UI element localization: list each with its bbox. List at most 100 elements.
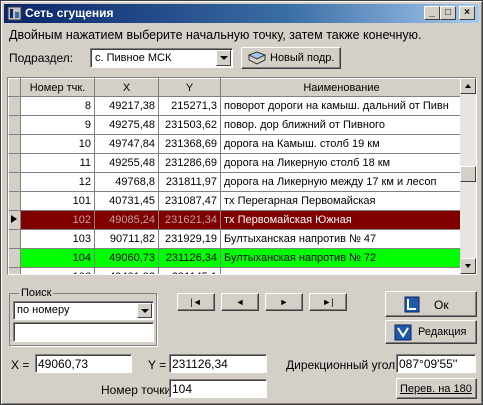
cell-number[interactable]: 10 <box>20 134 95 154</box>
cell-name[interactable]: дорога на Ликерную столб 18 км <box>220 153 463 173</box>
cell-number[interactable]: 9 <box>20 115 95 135</box>
close-button[interactable]: × <box>459 6 475 20</box>
column-header-y[interactable]: Y <box>158 78 221 97</box>
cell-number[interactable]: 104 <box>20 248 95 268</box>
row-indicator[interactable] <box>8 134 21 154</box>
convert-180-button[interactable]: Перев. на 180 <box>396 378 477 399</box>
new-subsection-button[interactable]: Новый подр. <box>241 47 341 69</box>
row-indicator[interactable] <box>8 210 21 230</box>
previous-record-button[interactable]: ◄ <box>221 293 259 311</box>
table-row[interactable]: 9 49275,48 231503,62 повор. дор ближний от … <box>8 115 463 135</box>
table-row[interactable]: 12 49768,8 231811,97 дорога на Ликерную меж… <box>8 172 463 192</box>
app-window: Сеть сгущения _ □ × Двойным нажатием выб… <box>0 0 483 405</box>
row-indicator[interactable] <box>8 115 21 135</box>
chevron-down-icon[interactable] <box>216 50 231 66</box>
cell-x[interactable]: 90711,82 <box>94 229 159 249</box>
table-header: Номер тчк. X Y Наименование <box>8 78 463 97</box>
table-row[interactable]: 11 49255,48 231286,69 дорога на Ликерную ст… <box>8 153 463 173</box>
x-value: 49060,73 <box>38 357 89 371</box>
cell-y[interactable]: 231145,1 <box>158 267 221 274</box>
table-row[interactable]: 10649401,83231145,1тх створ склада <box>8 267 463 274</box>
cell-number[interactable]: 11 <box>20 153 95 173</box>
table-row[interactable]: 103 90711,82 231929,19 Бултыханская напроти… <box>8 229 463 249</box>
scroll-up-icon[interactable] <box>460 78 476 94</box>
first-record-button[interactable]: |◄ <box>177 293 215 311</box>
row-indicator[interactable] <box>8 267 21 274</box>
cell-y[interactable]: 231929,19 <box>158 229 221 249</box>
column-header-x[interactable]: X <box>94 78 159 97</box>
scroll-thumb[interactable] <box>460 166 476 182</box>
minimize-button[interactable]: _ <box>424 6 440 20</box>
row-indicator[interactable] <box>8 172 21 192</box>
angle-field[interactable]: 087°09'55'' <box>396 354 476 373</box>
cell-x[interactable]: 49060,73 <box>94 248 159 268</box>
cell-x[interactable]: 49747,84 <box>94 134 159 154</box>
cell-number[interactable]: 8 <box>20 96 95 116</box>
x-label: X = <box>11 358 30 372</box>
chevron-down-icon[interactable] <box>137 303 152 318</box>
y-field[interactable]: 231126,34 <box>169 354 267 373</box>
cell-name[interactable]: дорога на Камыш. столб 19 км <box>220 134 463 154</box>
scroll-down-icon[interactable] <box>460 258 476 274</box>
cell-x[interactable]: 49401,83 <box>94 267 159 274</box>
cell-number[interactable]: 101 <box>20 191 95 211</box>
cell-name[interactable]: Бултыханская напротив № 47 <box>220 229 463 249</box>
cell-name[interactable]: тх створ склада <box>220 267 463 274</box>
maximize-button[interactable]: □ <box>440 6 456 20</box>
cell-number[interactable]: 103 <box>20 229 95 249</box>
table-row[interactable]: 104 49060,73 231126,34 Бултыханская напроти… <box>8 248 463 268</box>
cell-name[interactable]: тх Перегарная Первомайская <box>220 191 463 211</box>
table-row[interactable]: 102 49085,24 231621,34 тх Первомайская Южна… <box>8 210 463 230</box>
cell-number[interactable]: 12 <box>20 172 95 192</box>
subsection-label: Подраздел: <box>9 51 74 65</box>
angle-value: 087°09'55'' <box>399 357 458 371</box>
search-input[interactable] <box>13 322 154 342</box>
cell-y[interactable]: 231286,69 <box>158 153 221 173</box>
cell-y[interactable]: 231811,97 <box>158 172 221 192</box>
cell-name[interactable]: повор. дор ближний от Пивного <box>220 115 463 135</box>
x-field[interactable]: 49060,73 <box>35 354 132 373</box>
cell-x[interactable]: 49085,24 <box>94 210 159 230</box>
row-indicator[interactable] <box>8 96 21 116</box>
cell-name[interactable]: Бултыханская напротив № 72 <box>220 248 463 268</box>
vertical-scrollbar[interactable] <box>460 78 476 274</box>
cell-y[interactable]: 231087,47 <box>158 191 221 211</box>
cell-y[interactable]: 231368,69 <box>158 134 221 154</box>
angle-label: Дирекционный угол: <box>286 358 399 372</box>
table-row[interactable]: 101 40731,45 231087,47 тх Перегарная Первом… <box>8 191 463 211</box>
row-indicator[interactable] <box>8 191 21 211</box>
cell-y[interactable]: 231621,34 <box>158 210 221 230</box>
row-indicator[interactable] <box>8 153 21 173</box>
cell-x[interactable]: 49217,38 <box>94 96 159 116</box>
cell-name[interactable]: тх Первомайская Южная <box>220 210 463 230</box>
cell-x[interactable]: 40731,45 <box>94 191 159 211</box>
app-icon <box>7 6 22 21</box>
cell-x[interactable]: 49275,48 <box>94 115 159 135</box>
cell-number[interactable]: 102 <box>20 210 95 230</box>
search-mode-select[interactable]: по номеру <box>13 301 154 320</box>
window-title: Сеть сгущения <box>25 6 114 20</box>
cell-y[interactable]: 215271,3 <box>158 96 221 116</box>
cell-x[interactable]: 49768,8 <box>94 172 159 192</box>
column-header-number[interactable]: Номер тчк. <box>20 78 95 97</box>
cell-number[interactable]: 106 <box>20 267 95 274</box>
table-row[interactable]: 8 49217,38 215271,3 поворот дороги на камыш… <box>8 96 463 116</box>
table-row[interactable]: 10 49747,84 231368,69 дорога на Камыш. стол… <box>8 134 463 154</box>
cell-name[interactable]: поворот дороги на камыш. дальний от Пивн <box>220 96 463 116</box>
ok-button[interactable]: Ок <box>385 291 477 317</box>
cell-y[interactable]: 231126,34 <box>158 248 221 268</box>
title-bar[interactable]: Сеть сгущения _ □ × <box>4 4 479 23</box>
row-indicator[interactable] <box>8 229 21 249</box>
next-record-button[interactable]: ► <box>265 293 303 311</box>
column-header-name[interactable]: Наименование <box>220 78 463 97</box>
subsection-select[interactable]: с. Пивное МСК <box>90 48 233 68</box>
cell-name[interactable]: дорога на Ликерную между 17 км и лесоп <box>220 172 463 192</box>
point-number-field[interactable]: 104 <box>169 379 267 398</box>
cell-x[interactable]: 49255,48 <box>94 153 159 173</box>
point-number-value: 104 <box>172 382 193 396</box>
header-indicator <box>8 78 21 97</box>
last-record-button[interactable]: ►| <box>309 293 347 311</box>
edit-button[interactable]: Редакция <box>385 320 477 344</box>
cell-y[interactable]: 231503,62 <box>158 115 221 135</box>
row-indicator[interactable] <box>8 248 21 268</box>
